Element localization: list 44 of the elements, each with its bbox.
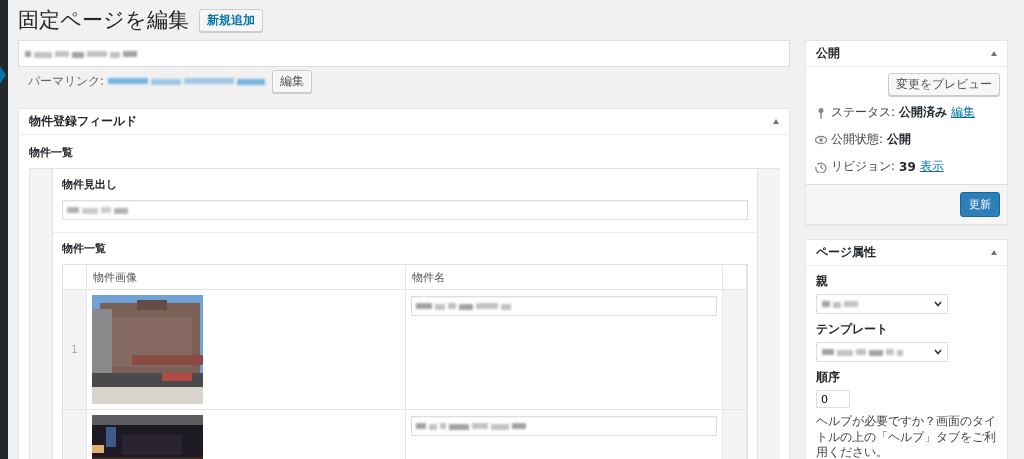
chevron-down-icon bbox=[934, 301, 942, 307]
collapse-icon[interactable] bbox=[991, 51, 997, 56]
title-field[interactable] bbox=[18, 40, 790, 67]
update-button[interactable]: 更新 bbox=[960, 192, 1000, 217]
status-label: 公開状態: bbox=[831, 131, 884, 148]
dropdown[interactable] bbox=[816, 294, 948, 314]
help-text: ヘルプが必要ですか？画面のタイトルの上の「ヘルプ」タブをご利用ください。 bbox=[816, 414, 997, 459]
edit-link[interactable]: 編集 bbox=[951, 104, 976, 121]
field-label: 物件一覧 bbox=[62, 241, 107, 256]
field-label: 順序 bbox=[816, 369, 841, 386]
box-title: 公開 bbox=[816, 46, 840, 61]
edit-link[interactable]: 表示 bbox=[919, 158, 944, 175]
status-value: 公開済み bbox=[899, 104, 948, 121]
preview-button[interactable]: 変更をプレビュー bbox=[888, 73, 1000, 96]
status-value: 公開 bbox=[887, 131, 912, 148]
blurred-text bbox=[67, 205, 131, 215]
blurred-text bbox=[822, 299, 861, 309]
section-label: 物件一覧 bbox=[28, 145, 74, 161]
status-label: ステータス: bbox=[831, 104, 896, 121]
input-field[interactable] bbox=[411, 416, 717, 436]
collapse-icon[interactable] bbox=[773, 119, 779, 124]
status-label: リビジョン: bbox=[831, 158, 896, 175]
edit-button[interactable]: 編集 bbox=[272, 69, 313, 93]
column-header: 物件名 bbox=[406, 265, 723, 290]
eye-icon bbox=[815, 133, 827, 146]
add-new-button[interactable]: 新規追加 bbox=[199, 8, 263, 32]
field-label: 物件見出し bbox=[62, 177, 118, 192]
field-label: テンプレート bbox=[816, 321, 889, 338]
status-value: 39 bbox=[899, 159, 916, 174]
order-field[interactable]: 0 bbox=[816, 390, 850, 408]
box-title: ページ属性 bbox=[816, 245, 876, 260]
history-icon bbox=[815, 160, 827, 173]
page-title: 固定ページを編集 bbox=[18, 7, 189, 34]
box-title: 物件登録フィールド bbox=[29, 114, 137, 129]
current-menu-pointer-icon bbox=[0, 66, 6, 84]
permalink-label: パーマリンク: bbox=[28, 72, 105, 90]
input-field[interactable] bbox=[62, 200, 748, 220]
input-field[interactable] bbox=[411, 296, 717, 316]
collapse-icon[interactable] bbox=[991, 250, 997, 255]
chevron-down-icon bbox=[934, 349, 942, 355]
row-number: 1 bbox=[71, 344, 78, 355]
dropdown[interactable] bbox=[816, 342, 948, 362]
field-label: 親 bbox=[816, 273, 829, 290]
column-header: 物件画像 bbox=[87, 265, 406, 290]
